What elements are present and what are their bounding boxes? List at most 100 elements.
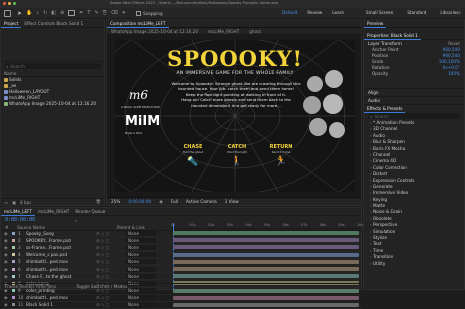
layer-duration-bar[interactable]: [173, 288, 359, 293]
window-max-dot[interactable]: [13, 2, 16, 5]
effects-category[interactable]: › Utility: [364, 261, 464, 267]
layer-name[interactable]: shimbottl...ped.mov: [26, 295, 96, 300]
stamp-tool-icon[interactable]: ⎘: [103, 10, 107, 16]
timeline-layer-row[interactable]: ◉ 2 SPOOKKY...Frame.psd ⊘ ◇ ◻ None: [1, 237, 361, 245]
layer-duration-bar[interactable]: [173, 231, 359, 235]
property-value[interactable]: 100,100%: [439, 59, 460, 64]
layer-color-label[interactable]: [12, 303, 15, 307]
workspace-review[interactable]: Review: [307, 10, 322, 15]
project-item[interactable]: WhatsApp Image 2025-10-04 at 12.16.20: [1, 101, 104, 107]
reset-button[interactable]: Reset: [448, 41, 460, 46]
column-name[interactable]: Name: [4, 71, 16, 76]
parent-dropdown[interactable]: None: [126, 237, 156, 243]
visibility-eye-icon[interactable]: ◉: [4, 252, 12, 257]
sub-tab-ghost[interactable]: ghost: [249, 29, 261, 34]
parent-dropdown[interactable]: None: [126, 266, 156, 272]
comp-time[interactable]: 0:00:00:00: [128, 199, 151, 204]
workspace-libraries[interactable]: Libraries: [440, 10, 458, 15]
layer-color-label[interactable]: [12, 253, 15, 257]
section-align[interactable]: Align: [364, 88, 464, 96]
layer-switches[interactable]: ⊘ ◇ ◻: [96, 245, 126, 250]
timeline-current-time[interactable]: 0:00:00:00: [5, 217, 35, 223]
snapping-checkbox[interactable]: [135, 10, 141, 16]
visibility-eye-icon[interactable]: ◉: [4, 302, 12, 307]
window-min-dot[interactable]: [8, 2, 11, 5]
layer-color-label[interactable]: [12, 238, 15, 242]
tab-render-queue[interactable]: Render Queue: [72, 208, 108, 215]
layer-switches[interactable]: ⊘ ◇ ◻: [96, 295, 126, 300]
timeline-search-icon[interactable]: ⌕: [75, 218, 77, 223]
layer-switches[interactable]: ⊘ ◇ ◻: [96, 252, 126, 257]
layer-color-label[interactable]: [12, 245, 15, 249]
layer-switches[interactable]: ⊘ ◇ ◻: [96, 238, 126, 243]
new-comp-icon[interactable]: ▣: [12, 200, 16, 205]
visibility-eye-icon[interactable]: ◉: [4, 238, 12, 243]
layer-color-label[interactable]: [12, 231, 15, 235]
camera-icon[interactable]: ◉: [159, 199, 163, 204]
tab-composition[interactable]: Composition mcLiMe_LEFT: [107, 20, 169, 28]
toggle-switches[interactable]: Toggle Switches / Modes: [76, 284, 127, 289]
timeline-layer-row[interactable]: ◉ 10 shimbottl...ped.mov ⊘ ◇ ◻ None: [1, 295, 361, 302]
layer-name[interactable]: Black Solid 1: [26, 302, 96, 307]
sub-tab-image[interactable]: WhatsApp Image 2025-10-04 at 12.16.20: [111, 29, 198, 34]
effects-search[interactable]: ⌕ Search: [368, 113, 460, 119]
window-close-dot[interactable]: [3, 2, 6, 5]
layer-duration-bar[interactable]: [173, 266, 359, 271]
property-value[interactable]: 100%: [448, 71, 460, 76]
parent-dropdown[interactable]: None: [126, 295, 156, 301]
puppet-tool-icon[interactable]: ✦: [122, 10, 126, 16]
parent-dropdown[interactable]: None: [126, 244, 156, 250]
layer-duration-bar[interactable]: [173, 274, 359, 279]
visibility-eye-icon[interactable]: ◉: [4, 245, 12, 250]
camera-tool-icon[interactable]: ◧: [51, 10, 56, 16]
visibility-eye-icon[interactable]: ◉: [4, 267, 12, 272]
workspace-small-screen[interactable]: Small Screen: [366, 10, 393, 15]
layer-color-label[interactable]: [12, 274, 15, 278]
layer-switches[interactable]: ⊘ ◇ ◻: [96, 231, 126, 236]
timeline-layer-row[interactable]: ◉ 7 Chase F...to the ghost ⊘ ◇ ◻ None: [1, 273, 361, 281]
visibility-eye-icon[interactable]: ◉: [4, 295, 12, 300]
property-value[interactable]: 960,540: [443, 53, 460, 58]
new-folder-icon[interactable]: ▭: [4, 200, 8, 205]
section-audio[interactable]: Audio: [364, 96, 464, 104]
timeline-layer-row[interactable]: ◉ 4 Welcome_s pas.psd ⊘ ◇ ◻ None: [1, 252, 361, 259]
type-tool-icon[interactable]: T: [87, 10, 90, 16]
parent-dropdown[interactable]: None: [126, 252, 156, 258]
time-ruler[interactable]: 0s01s02s03s04s05s06s07s08s09s10s: [171, 223, 363, 229]
eraser-tool-icon[interactable]: ⌫: [111, 10, 118, 16]
view-dropdown[interactable]: Active Camera: [186, 199, 217, 204]
layer-name[interactable]: Welcome_s pas.psd: [26, 252, 96, 257]
property-value[interactable]: 0x+0.0°: [443, 65, 460, 70]
zoom-dropdown[interactable]: 25%: [111, 199, 120, 204]
layer-switches[interactable]: ⊘ ◇ ◻: [96, 302, 126, 307]
timeline-layer-row[interactable]: ◉ 1 Spooky_Song ⊘ ◇ ◻ None: [1, 230, 361, 238]
zoom-tool-icon[interactable]: ⌕: [36, 10, 39, 16]
views-dropdown[interactable]: 1 View: [225, 199, 239, 204]
workspace-learn[interactable]: Learn: [332, 10, 344, 15]
tab-effect-controls[interactable]: Effect Controls Black Solid 1: [21, 20, 97, 27]
layer-duration-bar[interactable]: [173, 245, 359, 250]
tab-properties[interactable]: Properties: Black Solid 1: [364, 32, 421, 40]
layer-switches[interactable]: ⊘ ◇ ◻: [96, 274, 126, 279]
tab-preview[interactable]: Preview: [364, 20, 387, 28]
timeline-layer-row[interactable]: ◉ 6 shimbottl...ped.mov ⊘ ◇ ◻ None: [1, 266, 361, 274]
rotate-tool-icon[interactable]: ↻: [43, 10, 47, 16]
layer-switches[interactable]: ⊘ ◇ ◻: [96, 259, 126, 264]
workspace-default[interactable]: Default: [282, 10, 297, 15]
layer-name[interactable]: SPOOKKY...Frame.psd: [26, 238, 96, 243]
parent-dropdown[interactable]: None: [126, 230, 156, 236]
timeline-layer-row[interactable]: ◉ 3 ss-Frame...Frame.psd ⊘ ◇ ◻ None: [1, 244, 361, 252]
sub-tab-right[interactable]: mcLiMe_RIGHT: [208, 29, 239, 34]
parent-dropdown[interactable]: None: [126, 259, 156, 265]
tab-project[interactable]: Project: [1, 20, 22, 28]
layer-switches[interactable]: ⊘ ◇ ◻: [96, 267, 126, 272]
workspace-standard[interactable]: Standard: [407, 10, 426, 15]
tab-timeline-left[interactable]: mcLiMe_LEFT: [1, 208, 36, 216]
layer-duration-bar[interactable]: [173, 302, 359, 307]
visibility-eye-icon[interactable]: ◉: [4, 274, 12, 279]
layer-duration-bar[interactable]: [173, 259, 359, 264]
pen-tool-icon[interactable]: ✒: [79, 10, 83, 16]
layer-name[interactable]: Chase F...to the ghost: [26, 274, 96, 279]
timeline-layer-row[interactable]: ◉ 11 Black Solid 1 ⊘ ◇ ◻ None: [1, 302, 361, 309]
layer-duration-bar[interactable]: [173, 238, 359, 243]
